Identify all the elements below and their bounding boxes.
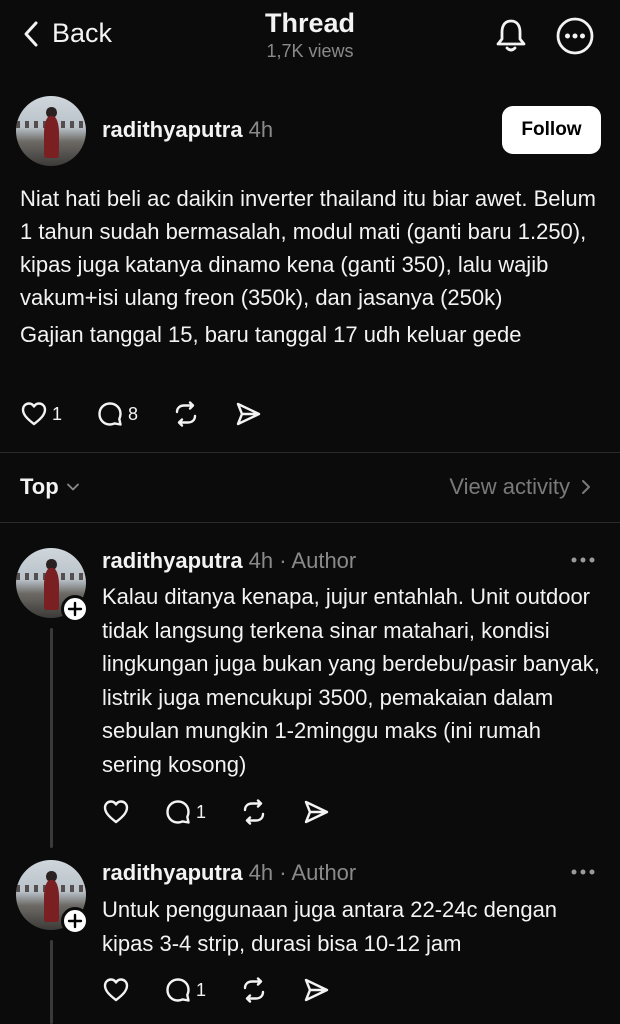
comment-icon <box>166 800 190 824</box>
author-tag: · Author <box>279 860 357 885</box>
repost-button[interactable] <box>240 976 268 1004</box>
repost-button[interactable] <box>172 400 200 428</box>
follow-plus-button[interactable] <box>61 595 89 623</box>
username-text[interactable]: radithyaputra <box>102 117 243 142</box>
comment-icon <box>98 402 122 426</box>
post-body: Niat hati beli ac daikin inverter thaila… <box>20 182 610 351</box>
like-button[interactable] <box>102 976 130 1004</box>
send-icon <box>236 402 261 426</box>
repost-icon <box>175 401 197 427</box>
send-icon <box>304 978 329 1002</box>
heart-icon <box>103 800 129 824</box>
thread-line <box>50 628 53 848</box>
heart-icon <box>103 978 129 1002</box>
post-actions: 1 8 <box>20 400 262 428</box>
post-username[interactable]: radithyaputra 4h <box>102 117 273 143</box>
view-activity-link[interactable]: View activity <box>449 474 592 500</box>
comment-button[interactable]: 8 <box>96 400 138 428</box>
like-button[interactable] <box>102 798 130 826</box>
chevron-down-icon <box>66 483 79 491</box>
reply-username[interactable]: radithyaputra 4h · Author <box>102 860 356 886</box>
divider <box>0 522 620 523</box>
more-circle-icon[interactable] <box>555 16 595 56</box>
share-button[interactable] <box>302 798 330 826</box>
more-dots-icon[interactable] <box>571 868 595 876</box>
header: Back Thread 1,7K views <box>0 0 620 72</box>
comment-button[interactable]: 1 <box>164 976 206 1004</box>
avatar[interactable] <box>16 96 86 166</box>
reply-body: Kalau ditanya kenapa, jujur entahlah. Un… <box>102 584 600 777</box>
post-paragraph: Niat hati beli ac daikin inverter thaila… <box>20 186 596 310</box>
follow-button[interactable]: Follow <box>502 106 601 154</box>
comment-count: 1 <box>196 979 207 1000</box>
share-button[interactable] <box>302 976 330 1004</box>
repost-icon <box>243 977 265 1003</box>
like-count: 1 <box>52 403 63 424</box>
username-text[interactable]: radithyaputra <box>102 548 243 573</box>
share-button[interactable] <box>234 400 262 428</box>
repost-button[interactable] <box>240 798 268 826</box>
send-icon <box>304 800 329 824</box>
reply-time: 4h <box>248 548 274 573</box>
heart-icon <box>21 402 47 426</box>
bell-icon[interactable] <box>492 16 530 54</box>
thread-line <box>50 940 53 1024</box>
reply-username[interactable]: radithyaputra 4h · Author <box>102 548 356 574</box>
sort-label: Top <box>20 474 59 499</box>
follow-plus-button[interactable] <box>61 907 89 935</box>
like-button[interactable]: 1 <box>20 400 62 428</box>
reply-actions: 1 <box>102 976 330 1004</box>
reply-time: 4h <box>248 860 274 885</box>
reply-actions: 1 <box>102 798 330 826</box>
comment-icon <box>166 978 190 1002</box>
divider <box>0 452 620 453</box>
comment-count: 1 <box>196 801 207 822</box>
post-paragraph: Gajian tanggal 15, baru tanggal 17 udh k… <box>20 322 522 347</box>
view-activity-label: View activity <box>449 474 570 499</box>
chevron-right-icon <box>582 480 590 494</box>
more-dots-icon[interactable] <box>571 556 595 564</box>
comment-button[interactable]: 1 <box>164 798 206 826</box>
post-time: 4h <box>248 117 274 142</box>
plus-icon <box>67 601 83 617</box>
author-tag: · Author <box>279 548 357 573</box>
username-text[interactable]: radithyaputra <box>102 860 243 885</box>
comment-count: 8 <box>128 403 139 424</box>
plus-icon <box>67 913 83 929</box>
reply-body: Untuk penggunaan juga antara 22-24c deng… <box>102 897 558 956</box>
repost-icon <box>243 799 265 825</box>
sort-dropdown[interactable]: Top <box>20 474 81 500</box>
